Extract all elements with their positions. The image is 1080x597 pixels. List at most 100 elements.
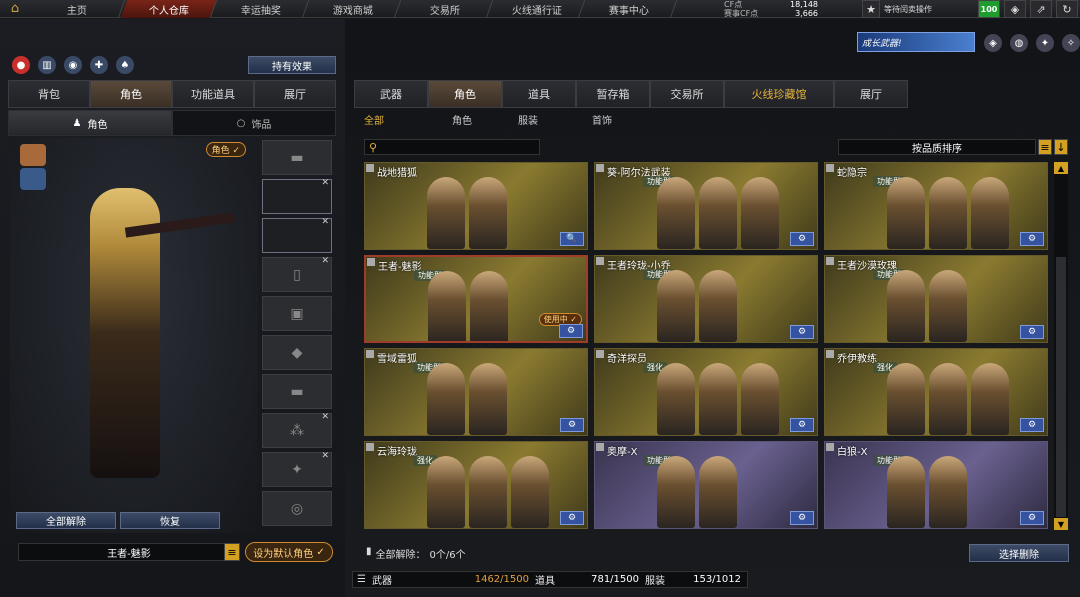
tab-showroom[interactable]: 展厅 xyxy=(834,80,908,108)
character-grid: 战地猎狐 🔍 葵-阿尔法武装 功能型 ⚙ 蛇隐宗 功能型 ⚙ 王者-魅影 功能型 使用中 ✓ ⚙… xyxy=(364,162,1048,529)
refresh-icon[interactable]: ↻ xyxy=(1056,0,1078,18)
close-icon[interactable]: ✕ xyxy=(321,412,329,422)
left-tabs: 背包 角色 功能道具 展厅 xyxy=(8,80,336,108)
character-preview[interactable]: 角色 ✓ xyxy=(10,138,258,533)
character-card[interactable]: 奇洋探员 强化 ⚙ xyxy=(594,348,818,436)
unequip-all-button[interactable]: 全部解除 xyxy=(16,512,116,529)
subtab-roles[interactable]: 角色 xyxy=(414,112,488,127)
eye-icon[interactable]: ◉ xyxy=(64,56,82,74)
tab-characters[interactable]: 角色 xyxy=(428,80,502,108)
tab-exchange[interactable]: 交易所 xyxy=(650,80,724,108)
slot-weapon[interactable]: ▬ xyxy=(262,140,332,175)
toggle-icon[interactable]: ● xyxy=(12,56,30,74)
globe-icon[interactable]: ◍ xyxy=(1010,34,1028,52)
subtab-all[interactable]: 全部 xyxy=(364,112,414,127)
nav-tab-lottery[interactable]: 幸运抽奖 xyxy=(212,0,310,18)
slot-2[interactable]: ✕ xyxy=(262,217,332,253)
wrench-icon[interactable]: ⚙ xyxy=(1020,418,1044,432)
wrench-icon[interactable]: ⚙ xyxy=(790,418,814,432)
character-card[interactable]: 王者玲珑-小乔 功能型 ⚙ xyxy=(594,255,818,343)
list-icon[interactable]: ≡ xyxy=(1038,139,1052,155)
bag-icon[interactable]: ♠ xyxy=(116,56,134,74)
character-card[interactable]: 奥摩-X 功能型 ⚙ xyxy=(594,441,818,529)
character-card[interactable]: 雪域雷狐 功能型 ⚙ xyxy=(364,348,588,436)
character-card[interactable]: 蛇隐宗 功能型 ⚙ xyxy=(824,162,1048,250)
subtab-accessory[interactable]: ○ 饰品 xyxy=(172,110,336,136)
tab-gallery[interactable]: 展厅 xyxy=(254,80,336,108)
lock-icon xyxy=(366,164,374,172)
slot-pants[interactable]: ▬ xyxy=(262,374,332,409)
character-card[interactable]: 战地猎狐 🔍 xyxy=(364,162,588,250)
wrench-icon[interactable]: ⚙ xyxy=(1020,232,1044,246)
character-card[interactable]: 王者沙漠玫瑰 功能型 ⚙ xyxy=(824,255,1048,343)
wrench-icon[interactable]: ⚙ xyxy=(790,232,814,246)
lock-icon xyxy=(366,350,374,358)
wrench-icon[interactable]: ⚙ xyxy=(560,511,584,525)
slot-pet[interactable]: ✦ ✕ xyxy=(262,451,332,487)
tab-collection[interactable]: 火线珍藏馆 xyxy=(724,80,834,108)
wrench-icon[interactable]: ⚙ xyxy=(790,325,814,339)
character-card[interactable]: 白狼-X 功能型 ⚙ xyxy=(824,441,1048,529)
search-input[interactable]: ⚲ xyxy=(364,139,540,155)
character-card-selected[interactable]: 王者-魅影 功能型 使用中 ✓ ⚙ xyxy=(364,255,588,343)
set-default-button[interactable]: 设为默认角色 ✓ xyxy=(245,542,333,562)
grid-scrollbar[interactable]: ▲ ▼ xyxy=(1054,162,1068,530)
close-icon[interactable]: ✕ xyxy=(321,256,329,266)
menu-icon[interactable]: ≡ xyxy=(224,543,240,561)
cf-value: 18,148 xyxy=(790,0,818,9)
tab-character[interactable]: 角色 xyxy=(90,80,172,108)
slot-vest[interactable]: ▣ xyxy=(262,296,332,331)
nav-tab-mall[interactable]: 游戏商城 xyxy=(304,0,402,18)
badge-icon[interactable]: ◈ xyxy=(984,34,1002,52)
slot-ammo[interactable]: ⁂ ✕ xyxy=(262,412,332,448)
tab-weapons[interactable]: 武器 xyxy=(354,80,428,108)
search-icon[interactable]: 🔍 xyxy=(560,232,584,246)
scroll-down-icon[interactable]: ▼ xyxy=(1054,518,1068,530)
slot-ring[interactable]: ◎ xyxy=(262,491,332,526)
scroll-thumb[interactable] xyxy=(1056,257,1066,517)
wrench-icon[interactable]: ⚙ xyxy=(790,511,814,525)
nav-tab-pass[interactable]: 火线通行证 xyxy=(488,0,586,18)
select-delete-button[interactable]: 选择删除 xyxy=(969,544,1069,562)
character-card[interactable]: 乔伊教练 强化 ⚙ xyxy=(824,348,1048,436)
sword-icon[interactable]: ✦ xyxy=(1036,34,1054,52)
wrench-icon[interactable]: ⚙ xyxy=(560,418,584,432)
subtab-jewelry[interactable]: 首饰 xyxy=(564,112,640,127)
close-icon[interactable]: ✕ xyxy=(321,451,329,461)
close-icon[interactable]: ✕ xyxy=(321,217,329,227)
gift-icon[interactable]: ✚ xyxy=(90,56,108,74)
scroll-up-icon[interactable]: ▲ xyxy=(1054,162,1068,174)
unequip-summary: ▮ 全部解除： 0个/6个 xyxy=(366,546,466,561)
character-card[interactable]: 云海玲珑 强化 ⚙ xyxy=(364,441,588,529)
sort-down-icon[interactable]: ↓ xyxy=(1054,139,1068,155)
sort-select[interactable]: 按品质排序 xyxy=(838,139,1036,155)
wrench-icon[interactable]: ⚙ xyxy=(559,324,583,338)
wrench-icon[interactable]: ⚙ xyxy=(1020,511,1044,525)
nav-tab-warehouse[interactable]: 个人仓库 xyxy=(120,0,218,18)
effects-button[interactable]: 持有效果 xyxy=(248,56,336,74)
growth-weapon-banner[interactable]: 成长武器! xyxy=(857,32,975,52)
subtab-clothing[interactable]: 服装 xyxy=(488,112,564,127)
shield-icon[interactable]: ◈ xyxy=(1004,0,1026,18)
tab-function-items[interactable]: 功能道具 xyxy=(172,80,254,108)
nav-tab-exchange[interactable]: 交易所 xyxy=(396,0,494,18)
share-icon[interactable]: ⇗ xyxy=(1030,0,1052,18)
nav-tab-home[interactable]: 主页 xyxy=(28,0,126,18)
close-icon[interactable]: ✕ xyxy=(321,178,329,188)
mask-icon[interactable] xyxy=(20,168,46,190)
character-card[interactable]: 葵-阿尔法武装 功能型 ⚙ xyxy=(594,162,818,250)
subtab-character[interactable]: ♟ 角色 xyxy=(8,110,172,136)
slot-radio[interactable]: ▯ ✕ xyxy=(262,256,332,292)
tab-items[interactable]: 道具 xyxy=(502,80,576,108)
emblem-icon[interactable] xyxy=(20,144,46,166)
home-icon[interactable]: ⌂ xyxy=(0,0,30,18)
wrench-icon[interactable]: ⚙ xyxy=(1020,325,1044,339)
slot-1[interactable]: ✕ xyxy=(262,178,332,214)
slot-armor[interactable]: ◆ xyxy=(262,335,332,370)
tab-storage[interactable]: 暂存箱 xyxy=(576,80,650,108)
wing-icon[interactable]: ✧ xyxy=(1062,34,1080,52)
stats-icon[interactable]: ▥ xyxy=(38,56,56,74)
tab-backpack[interactable]: 背包 xyxy=(8,80,90,108)
restore-button[interactable]: 恢复 xyxy=(120,512,220,529)
nav-tab-events[interactable]: 赛事中心 xyxy=(580,0,678,18)
